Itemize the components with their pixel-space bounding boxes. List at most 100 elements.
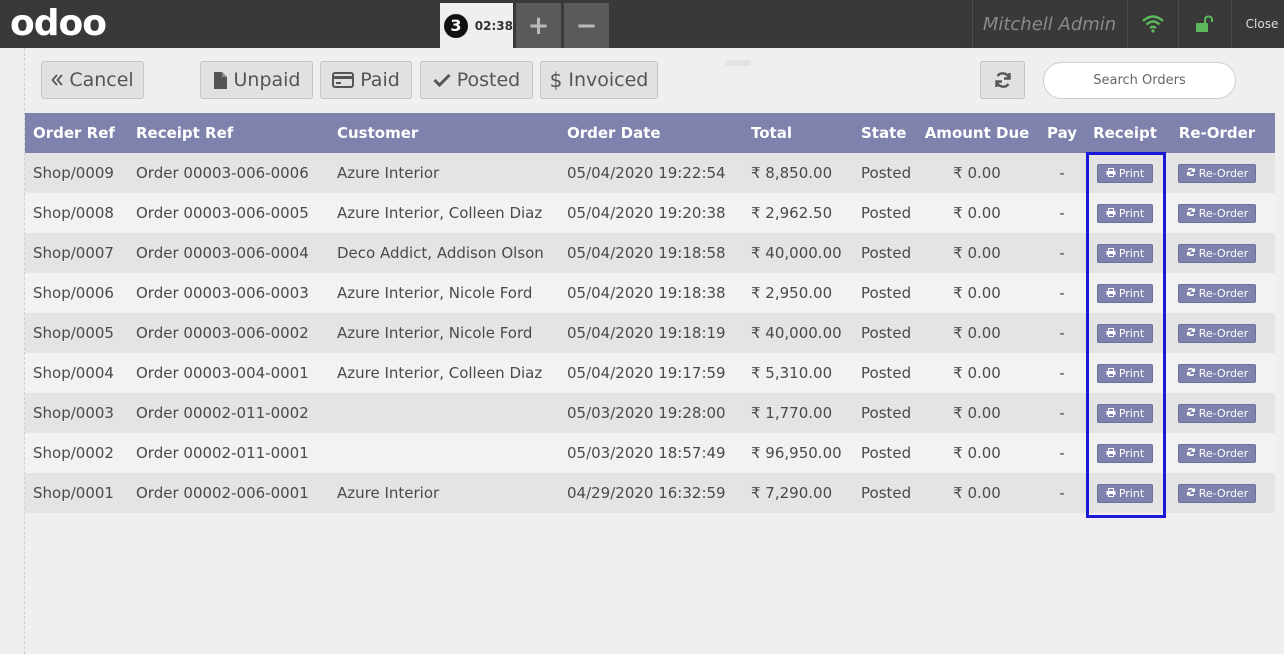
cell-reorder: Re-Order [1175,473,1259,513]
cell-order-ref: Shop/0006 [33,284,114,302]
reorder-button[interactable]: Re-Order [1178,203,1256,223]
credit-card-icon [332,72,355,88]
table-row[interactable]: Shop/0004 Order 00003-004-0001 Azure Inter… [25,353,1275,393]
cell-state: Posted [861,244,912,262]
print-icon [1106,487,1116,500]
table-row[interactable]: Shop/0003 Order 00002-011-0002 05/03/2020 … [25,393,1275,433]
cell-amount-due: ₹ 0.00 [953,444,1001,462]
cell-customer: Azure Interior [337,484,440,502]
cell-state: Posted [861,444,912,462]
table-row[interactable]: Shop/0008 Order 00003-006-0005 Azure Inter… [25,193,1275,233]
invoiced-label: Invoiced [568,69,649,91]
print-receipt-button[interactable]: Print [1097,203,1153,223]
cell-order-date: 05/03/2020 18:57:49 [567,444,726,462]
order-tab-active[interactable]: 3 02:38 [440,3,513,48]
cell-order-date: 05/03/2020 19:28:00 [567,404,726,422]
table-header: Order Ref Receipt Ref Customer Order Dat… [25,113,1275,153]
header-amount-due: Amount Due [924,124,1030,142]
print-receipt-button[interactable]: Print [1097,243,1153,263]
cell-pay: - [1059,324,1065,342]
print-icon [1106,327,1116,340]
header-order-date: Order Date [567,124,661,142]
refresh-icon [1186,247,1196,260]
print-label: Print [1118,446,1145,460]
refresh-icon [1186,287,1196,300]
cancel-button[interactable]: Cancel [41,61,144,99]
filter-unpaid-button[interactable]: Unpaid [200,61,313,99]
reorder-button[interactable]: Re-Order [1178,243,1256,263]
header-receipt-ref: Receipt Ref [136,124,234,142]
print-receipt-button[interactable]: Print [1097,483,1153,503]
paid-label: Paid [360,69,400,91]
reorder-button[interactable]: Re-Order [1178,403,1256,423]
refresh-icon [1186,407,1196,420]
filter-posted-button[interactable]: Posted [420,61,533,99]
search-orders-input[interactable] [1043,62,1236,99]
print-receipt-button[interactable]: Print [1097,403,1153,423]
reorder-button[interactable]: Re-Order [1178,363,1256,383]
cell-amount-due: ₹ 0.00 [953,284,1001,302]
username-button[interactable]: Mitchell Admin [972,0,1127,48]
cell-receipt: Print [1087,433,1163,473]
order-time: 02:38 [474,18,513,33]
print-receipt-button[interactable]: Print [1097,363,1153,383]
new-order-button[interactable]: + [516,3,561,48]
table-row[interactable]: Shop/0001 Order 00002-006-0001 Azure Inter… [25,473,1275,513]
table-body: Shop/0009 Order 00003-006-0006 Azure Inter… [25,153,1275,513]
reorder-label: Re-Order [1198,486,1249,500]
table-row[interactable]: Shop/0002 Order 00002-011-0001 05/03/2020 … [25,433,1275,473]
close-button[interactable]: Close [1240,0,1284,48]
cell-reorder: Re-Order [1175,273,1259,313]
cell-customer: Deco Addict, Addison Olson [337,244,544,262]
cell-order-ref: Shop/0008 [33,204,114,222]
cell-receipt: Print [1087,193,1163,233]
header-receipt: Receipt [1093,124,1157,142]
cell-order-ref: Shop/0001 [33,484,114,502]
table-row[interactable]: Shop/0005 Order 00003-006-0002 Azure Inter… [25,313,1275,353]
reorder-button[interactable]: Re-Order [1178,163,1256,183]
check-icon [433,73,451,87]
table-row[interactable]: Shop/0009 Order 00003-006-0006 Azure Inter… [25,153,1275,193]
reorder-button[interactable]: Re-Order [1178,323,1256,343]
print-receipt-button[interactable]: Print [1097,283,1153,303]
filter-invoiced-button[interactable]: $ Invoiced [540,61,658,99]
header-state: State [861,124,907,142]
refresh-icon [993,70,1013,90]
cell-receipt-ref: Order 00002-011-0001 [136,444,309,462]
posted-label: Posted [456,69,521,91]
delete-order-button[interactable]: − [564,3,609,48]
filter-paid-button[interactable]: Paid [320,61,412,99]
refresh-icon [1186,327,1196,340]
wifi-icon[interactable] [1128,0,1178,48]
reorder-button[interactable]: Re-Order [1178,483,1256,503]
print-label: Print [1118,486,1145,500]
cell-state: Posted [861,364,912,382]
print-receipt-button[interactable]: Print [1097,323,1153,343]
cell-order-date: 05/04/2020 19:22:54 [567,164,726,182]
cell-order-ref: Shop/0007 [33,244,114,262]
cell-customer: Azure Interior, Colleen Diaz [337,364,543,382]
cell-customer: Azure Interior, Nicole Ford [337,284,533,302]
print-label: Print [1118,286,1145,300]
reorder-label: Re-Order [1198,446,1249,460]
cell-amount-due: ₹ 0.00 [953,364,1001,382]
cell-receipt: Print [1087,153,1163,193]
cell-state: Posted [861,404,912,422]
cell-receipt-ref: Order 00003-006-0002 [136,324,309,342]
print-receipt-button[interactable]: Print [1097,163,1153,183]
cell-total: ₹ 5,310.00 [751,364,833,382]
table-row[interactable]: Shop/0006 Order 00003-006-0003 Azure Inter… [25,273,1275,313]
unlock-icon[interactable] [1179,0,1231,48]
print-receipt-button[interactable]: Print [1097,443,1153,463]
cell-receipt-ref: Order 00003-006-0006 [136,164,309,182]
cell-amount-due: ₹ 0.00 [953,244,1001,262]
order-sequence-badge: 3 [444,13,468,38]
refresh-button[interactable] [980,61,1025,99]
drag-handle [725,60,751,66]
reorder-button[interactable]: Re-Order [1178,283,1256,303]
cell-customer: Azure Interior, Colleen Diaz [337,204,543,222]
cell-receipt-ref: Order 00003-006-0003 [136,284,309,302]
cell-total: ₹ 1,770.00 [751,404,833,422]
reorder-button[interactable]: Re-Order [1178,443,1256,463]
table-row[interactable]: Shop/0007 Order 00003-006-0004 Deco Addict… [25,233,1275,273]
